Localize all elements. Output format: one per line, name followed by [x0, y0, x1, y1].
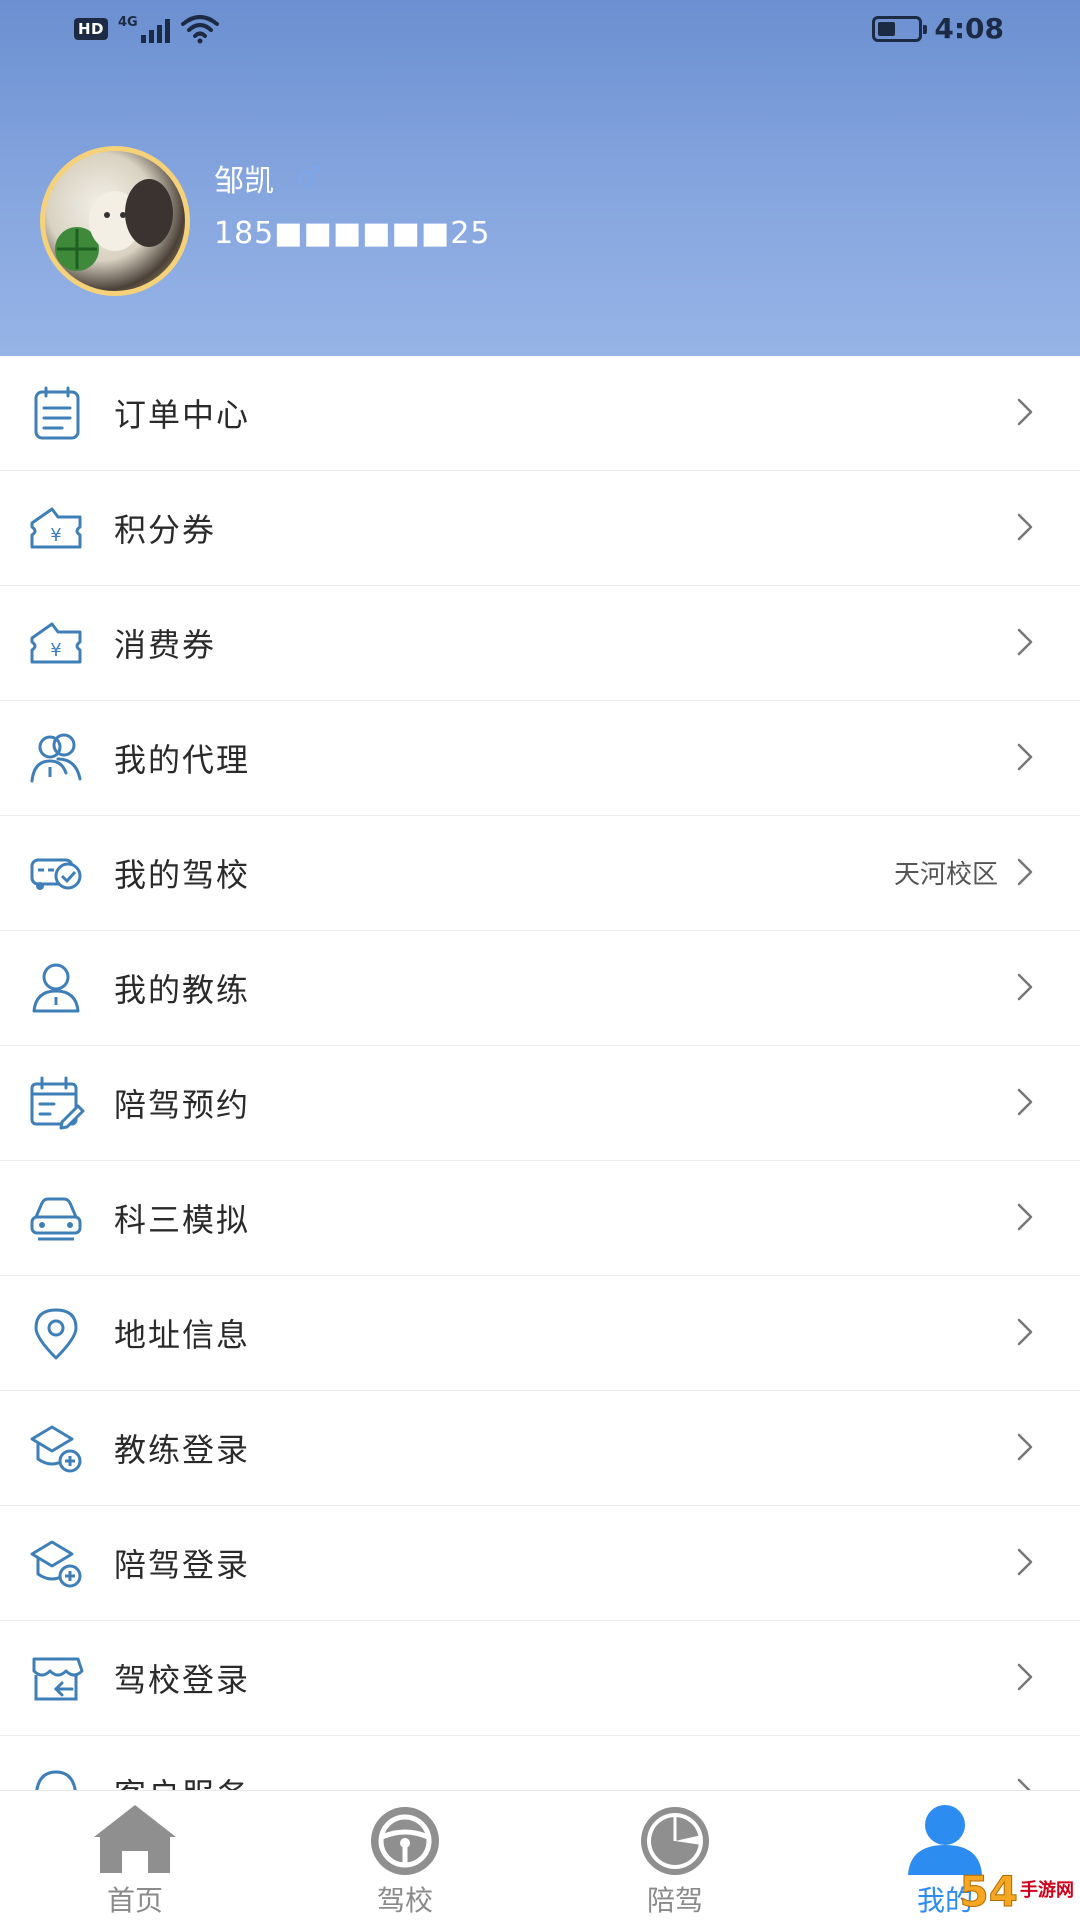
speedometer-icon	[641, 1807, 709, 1875]
menu-item-label: 驾校登录	[114, 1661, 251, 1699]
site-watermark: 54 手游网	[959, 1866, 1074, 1916]
menu-item-label: 教练登录	[114, 1431, 251, 1469]
menu-item-label: 地址信息	[114, 1316, 251, 1354]
menu-item[interactable]: 陪驾登录	[0, 1506, 1080, 1621]
location-pin-icon	[34, 1308, 78, 1360]
svg-text:¥: ¥	[50, 525, 61, 546]
avatar-image	[55, 179, 173, 271]
chevron-right-icon	[1017, 1663, 1033, 1691]
chevron-right-icon	[1017, 628, 1033, 656]
steering-wheel-icon	[371, 1807, 439, 1875]
menu-item-label: 消费券	[114, 626, 217, 664]
signal-icon: 4G	[118, 15, 170, 43]
chevron-right-icon	[1017, 858, 1033, 886]
watermark-text: 手游网	[1020, 1880, 1074, 1901]
male-gender-icon: ♂	[296, 160, 322, 193]
menu-item[interactable]: 我的教练	[0, 931, 1080, 1046]
menu-item[interactable]: ¥ 积分券	[0, 471, 1080, 586]
menu-item[interactable]: 科三模拟	[0, 1161, 1080, 1276]
driving-school-icon	[30, 858, 82, 890]
chevron-right-icon	[1017, 398, 1033, 426]
menu-item[interactable]: 订单中心	[0, 356, 1080, 471]
order-list-icon	[34, 386, 80, 440]
chevron-right-icon	[1017, 1433, 1033, 1461]
tab-home-label: 首页	[106, 1884, 163, 1917]
chevron-right-icon	[1017, 1318, 1033, 1346]
chevron-right-icon	[1017, 513, 1033, 541]
chevron-right-icon	[1017, 973, 1033, 1001]
menu-item[interactable]: 驾校登录	[0, 1621, 1080, 1736]
companion-login-icon	[30, 1540, 82, 1588]
menu-item-label: 我的驾校	[114, 856, 251, 894]
customer-service-icon	[35, 1770, 77, 1790]
menu-list: 订单中心 ¥ 积分券 ¥ 消费券我的代理我的驾校 天河校区我的教练陪驾预约科三模拟地址信息…	[0, 356, 1080, 1790]
car-icon	[30, 1197, 82, 1241]
user-name: 邹凯	[214, 164, 274, 199]
menu-item[interactable]: ¥ 消费券	[0, 586, 1080, 701]
chevron-right-icon	[1017, 1778, 1031, 1790]
menu-item-value: 天河校区	[893, 860, 998, 890]
tab-companion[interactable]: 陪驾	[540, 1791, 810, 1920]
school-login-icon	[32, 1657, 84, 1701]
menu-item[interactable]: 客户服务	[0, 1736, 1080, 1790]
network-type: 4G	[118, 15, 138, 30]
tab-companion-label: 陪驾	[646, 1884, 703, 1917]
menu-item[interactable]: 我的驾校 天河校区	[0, 816, 1080, 931]
menu-item-label: 陪驾预约	[114, 1086, 251, 1124]
tab-driving-school[interactable]: 驾校	[270, 1791, 540, 1920]
menu-item-label: 积分券	[114, 511, 217, 549]
tab-home[interactable]: 首页	[0, 1791, 270, 1920]
coach-login-icon	[30, 1425, 82, 1473]
chevron-right-icon	[1017, 1203, 1033, 1231]
tab-driving-school-label: 驾校	[376, 1884, 433, 1917]
menu-item[interactable]: 地址信息	[0, 1276, 1080, 1391]
status-bar: HD 4G 4:08	[0, 0, 1080, 58]
menu-item-label: 客户服务	[114, 1770, 250, 1790]
battery-fill	[878, 21, 896, 36]
profile-header: HD 4G 4:08 邹凯 ♂ 185■■■■■■25	[0, 0, 1080, 356]
menu-item-label: 科三模拟	[114, 1201, 251, 1239]
watermark-number: 54	[959, 1866, 1018, 1916]
chevron-right-icon	[1017, 743, 1033, 771]
wifi-icon	[180, 15, 219, 44]
svg-text:¥: ¥	[50, 640, 61, 661]
agent-users-icon	[30, 733, 82, 783]
menu-item[interactable]: 教练登录	[0, 1391, 1080, 1506]
calendar-edit-icon	[30, 1076, 85, 1130]
menu-item-label: 我的代理	[114, 741, 251, 779]
clock: 4:08	[934, 12, 1004, 45]
battery-icon	[872, 15, 928, 42]
consumption-coupon-icon: ¥	[30, 622, 82, 664]
hd-badge: HD	[74, 18, 109, 40]
chevron-right-icon	[1017, 1088, 1033, 1116]
menu-item[interactable]: 我的代理	[0, 701, 1080, 816]
menu-item-label: 订单中心	[114, 396, 251, 434]
avatar[interactable]	[40, 146, 190, 296]
menu-item-label: 我的教练	[114, 971, 251, 1009]
bottom-tab-bar: 首页 驾校 陪驾 我的	[0, 1790, 1080, 1920]
menu-item[interactable]: 陪驾预约	[0, 1046, 1080, 1161]
menu-item-label: 陪驾登录	[114, 1546, 251, 1584]
points-coupon-icon: ¥	[30, 507, 82, 549]
home-icon	[94, 1805, 176, 1873]
chevron-right-icon	[1017, 1548, 1033, 1576]
phone-number: 185■■■■■■25	[214, 216, 491, 251]
coach-person-icon	[32, 963, 80, 1013]
